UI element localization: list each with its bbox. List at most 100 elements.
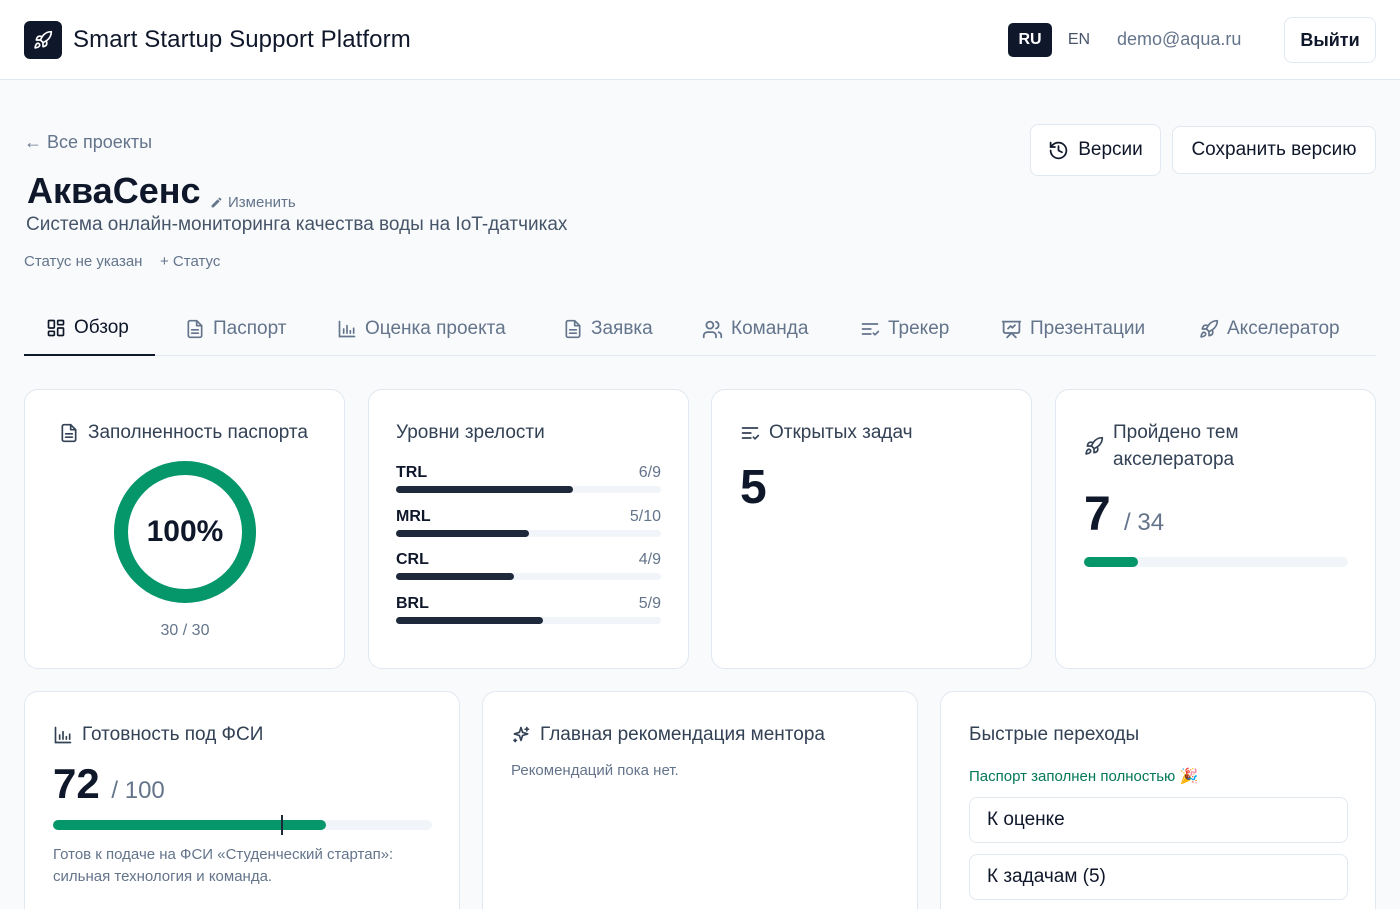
fsi-readiness-card[interactable]: Готовность под ФСИ 72 / 100 Готов к пода… — [24, 691, 460, 909]
tab-accelerator[interactable]: Акселератор — [1177, 302, 1362, 356]
readiness-description: Готов к подаче на ФСИ «Студенческий стар… — [53, 846, 394, 885]
level-name: MRL — [396, 508, 431, 525]
go-to-evaluation-button[interactable]: К оценке — [969, 797, 1348, 843]
tab-tracker[interactable]: Трекер — [838, 302, 971, 356]
tab-label: Акселератор — [1227, 318, 1340, 339]
mentor-recommendation-card[interactable]: Главная рекомендация ментора Рекомендаци… — [482, 691, 918, 909]
tab-label: Команда — [731, 318, 809, 339]
tab-presentations[interactable]: Презентации — [979, 302, 1167, 356]
logout-button[interactable]: Выйти — [1284, 17, 1376, 63]
level-bar-track — [396, 530, 661, 537]
document-icon — [61, 423, 77, 443]
project-tabs: Обзор Паспорт Оценка проекта Заявка Кома… — [24, 302, 1376, 356]
card-title: Готовность под ФСИ — [53, 721, 263, 748]
tab-label: Оценка проекта — [365, 318, 506, 339]
passport-complete-status: Паспорт заполнен полностью 🎉 — [969, 768, 1199, 785]
bar-chart-icon — [338, 320, 356, 338]
passport-percent: 100% — [146, 515, 224, 548]
readiness-progress-fill — [53, 820, 326, 830]
readiness-score: 72 / 100 — [53, 760, 165, 808]
level-bar-track — [396, 573, 661, 580]
accelerator-progress-fill — [1084, 557, 1139, 567]
tab-label: Обзор — [74, 317, 129, 338]
level-name: TRL — [396, 464, 428, 481]
sparkles-icon — [513, 726, 530, 743]
accelerator-progress-card[interactable]: Пройдено тем акселератора 7 / 34 — [1055, 389, 1376, 669]
level-value: 5/10 — [629, 508, 661, 525]
maturity-levels-card[interactable]: Уровни зрелости TRL 6/9 MRL 5/10 CRL 4/9… — [368, 389, 689, 669]
tasks-icon — [741, 427, 760, 440]
app-title: Smart Startup Support Platform — [73, 26, 411, 53]
lang-en-button[interactable]: EN — [1060, 23, 1098, 57]
pencil-icon — [211, 197, 222, 208]
level-name: BRL — [396, 595, 429, 612]
card-title: Пройдено тем акселератора — [1084, 419, 1354, 473]
quick-card-title: Быстрые переходы — [969, 724, 1140, 745]
mentor-empty-text: Рекомендаций пока нет. — [511, 762, 679, 779]
edit-project-button[interactable]: Изменить — [210, 194, 296, 211]
tab-passport[interactable]: Паспорт — [163, 302, 308, 356]
open-tasks-card[interactable]: Открытых задач 5 — [711, 389, 1032, 669]
readiness-progress-track — [53, 815, 432, 835]
level-value: 5/9 — [638, 595, 661, 612]
back-to-projects-link[interactable]: ← Все проекты — [24, 132, 152, 153]
versions-button[interactable]: Версии — [1030, 124, 1161, 176]
level-bar-track — [396, 486, 661, 493]
card-title: Главная рекомендация ментора — [511, 721, 825, 748]
tab-evaluation[interactable]: Оценка проекта — [315, 302, 528, 356]
passport-completeness-card[interactable]: Заполненность паспорта 100% 30 / 30 — [24, 389, 345, 669]
rocket-icon — [1085, 436, 1104, 455]
bar-chart-icon — [54, 726, 72, 744]
maturity-card-title: Уровни зрелости — [396, 422, 545, 443]
tab-overview[interactable]: Обзор — [24, 302, 155, 356]
level-bar-fill — [396, 486, 573, 493]
edit-label: Изменить — [228, 194, 296, 211]
project-title: АкваСенс — [27, 170, 201, 211]
level-value: 4/9 — [638, 551, 661, 568]
add-status-button[interactable]: + Статус — [160, 253, 220, 270]
rocket-icon — [1200, 319, 1219, 338]
open-tasks-count: 5 — [740, 461, 767, 514]
document-icon — [565, 319, 581, 339]
user-email: demo@aqua.ru — [1117, 29, 1242, 49]
go-to-tasks-button[interactable]: К задачам (5) — [969, 854, 1348, 900]
readiness-score-max: / 100 — [111, 777, 165, 804]
readiness-card-title: Готовность под ФСИ — [82, 724, 264, 745]
quick-links-card[interactable]: Быстрые переходы Паспорт заполнен полнос… — [940, 691, 1376, 909]
top-bar: Smart Startup Support Platform RU EN dem… — [0, 0, 1400, 80]
project-status: Статус не указан — [24, 253, 143, 270]
card-title: Быстрые переходы — [969, 721, 1139, 748]
tab-label: Трекер — [888, 318, 950, 339]
tasks-card-title: Открытых задач — [769, 422, 913, 443]
card-title: Заполненность паспорта — [59, 419, 308, 446]
accelerator-progress-track — [1084, 557, 1348, 567]
users-icon — [702, 320, 723, 338]
level-bar-fill — [396, 617, 544, 624]
level-name: CRL — [396, 551, 429, 568]
tab-application[interactable]: Заявка — [541, 302, 675, 356]
readiness-threshold-marker — [281, 815, 283, 835]
tab-label: Паспорт — [213, 318, 287, 339]
level-bar-track — [396, 617, 661, 624]
accelerator-done: 7 — [1084, 488, 1111, 541]
level-bar-fill — [396, 573, 514, 580]
mentor-card-title: Главная рекомендация ментора — [540, 724, 825, 745]
accelerator-done-count: 7 / 34 — [1084, 487, 1164, 542]
save-version-button[interactable]: Сохранить версию — [1172, 126, 1376, 174]
logo[interactable] — [24, 21, 62, 59]
tab-label: Презентации — [1030, 318, 1146, 339]
versions-label: Версии — [1078, 139, 1143, 160]
lang-ru-button[interactable]: RU — [1008, 23, 1052, 57]
presentation-icon — [1001, 320, 1022, 338]
tab-team[interactable]: Команда — [680, 302, 830, 356]
rocket-icon — [34, 30, 53, 49]
card-title: Уровни зрелости — [396, 419, 545, 446]
card-title: Открытых задач — [740, 419, 913, 446]
readiness-score-value: 72 — [53, 760, 100, 807]
accelerator-card-title: Пройдено тем акселератора — [1113, 422, 1239, 470]
passport-donut: 100% — [112, 459, 258, 605]
accelerator-total: / 34 — [1124, 509, 1165, 536]
level-bar-fill — [396, 530, 529, 537]
history-icon — [1049, 141, 1068, 159]
project-description: Система онлайн-мониторинга качества воды… — [26, 214, 568, 235]
